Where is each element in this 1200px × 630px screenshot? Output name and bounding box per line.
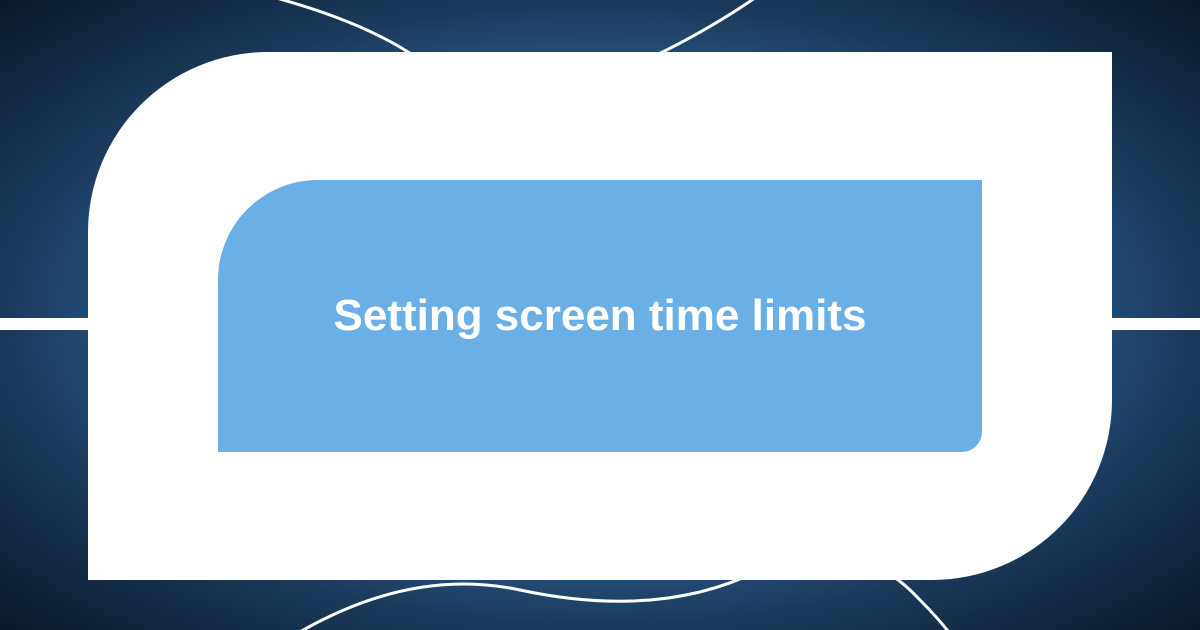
inner-card: Setting screen time limits: [218, 180, 982, 452]
card-title: Setting screen time limits: [333, 287, 866, 344]
